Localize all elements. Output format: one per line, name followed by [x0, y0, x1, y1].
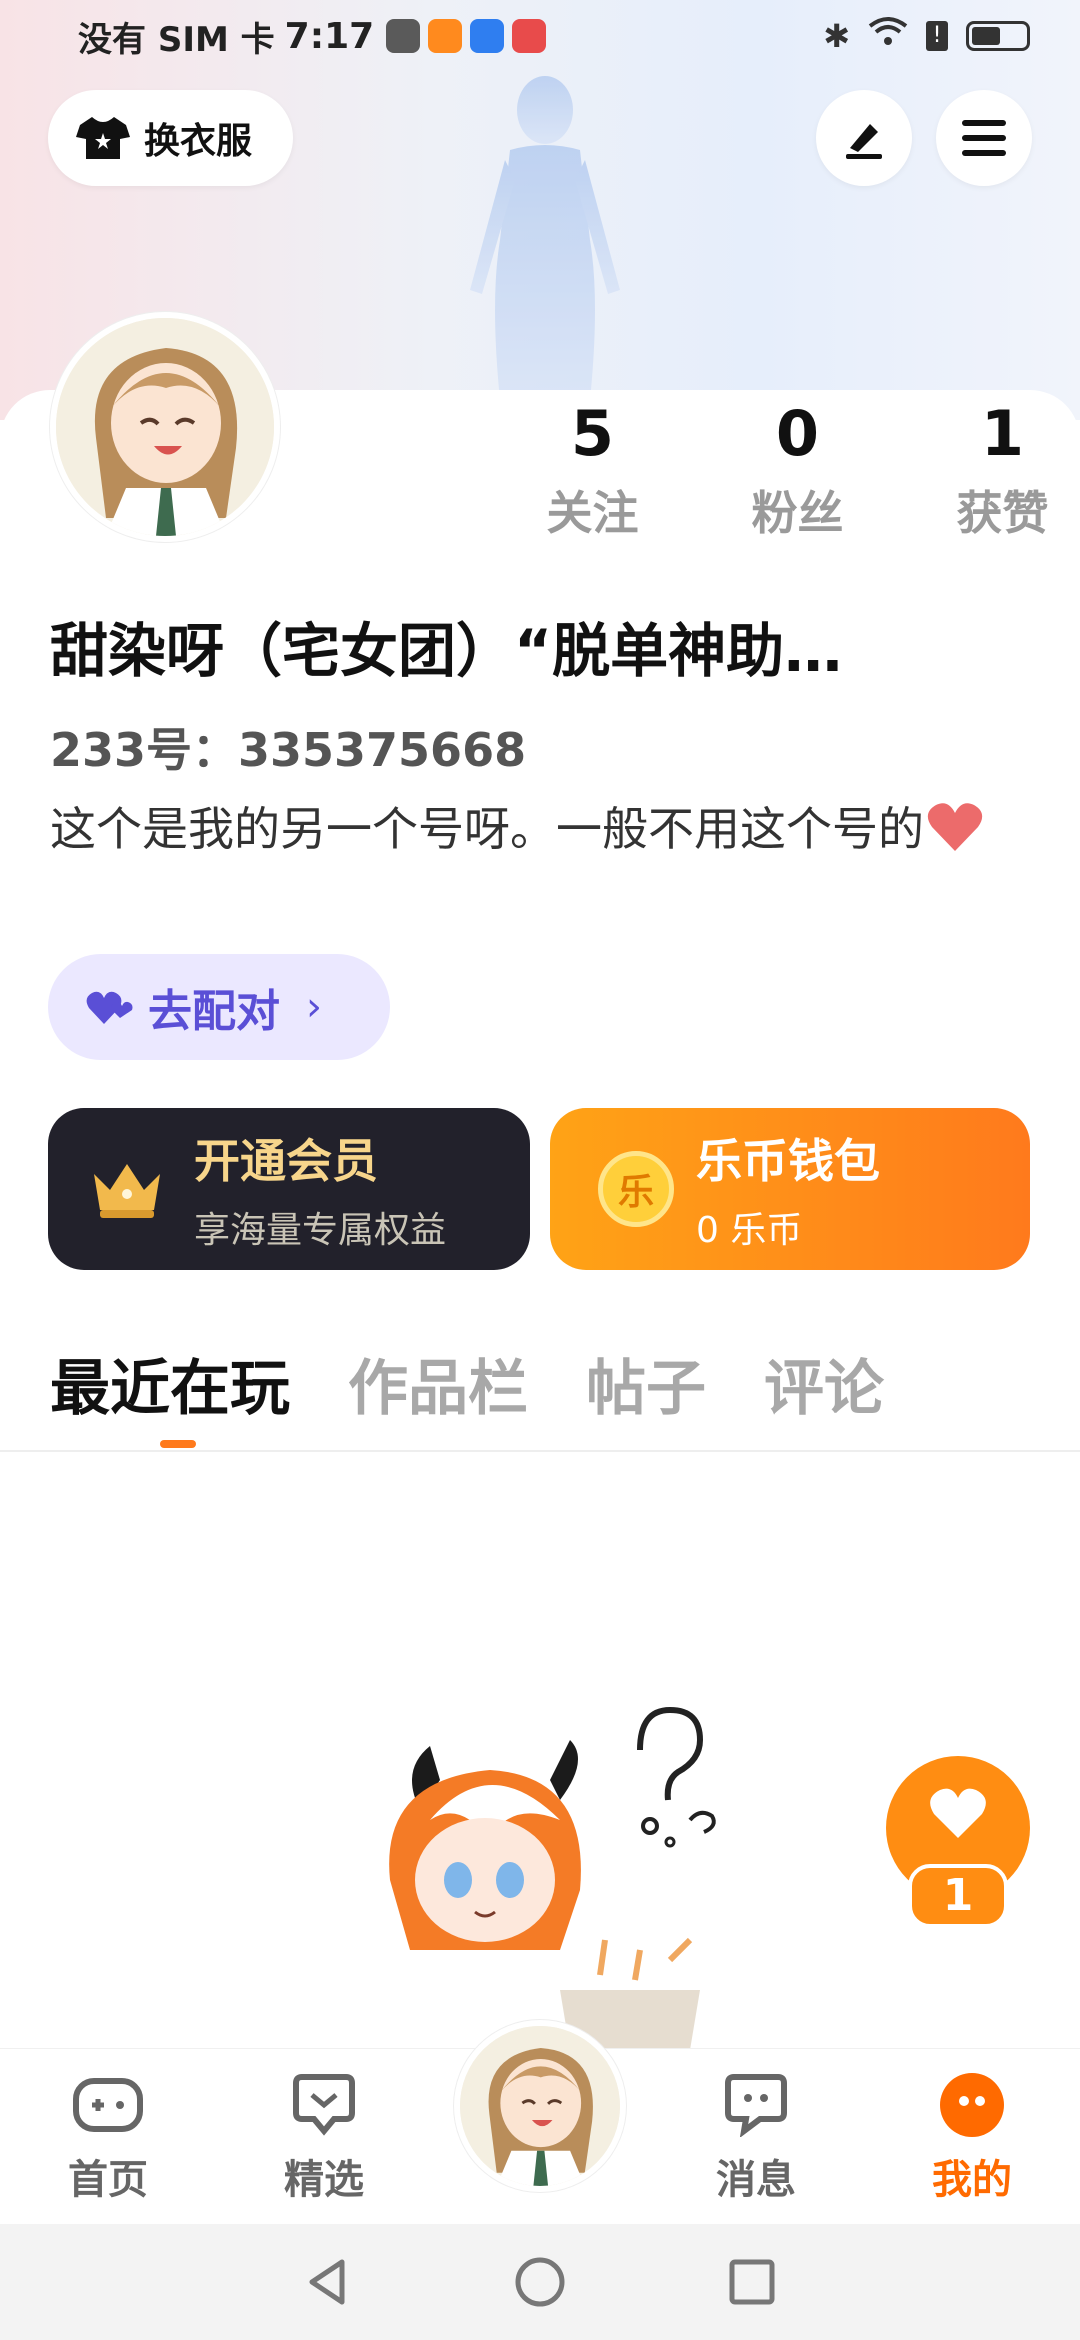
- nav-label: 首页: [68, 2156, 148, 2203]
- center-avatar-button[interactable]: [454, 2020, 626, 2192]
- app-notification-icon: [470, 19, 505, 53]
- stat-following[interactable]: 5 关注: [490, 390, 695, 548]
- heart-chat-icon: [284, 2069, 364, 2141]
- go-match-label: 去配对: [148, 986, 280, 1037]
- profile-name: 甜染呀（宅女团）“脱单神助…: [50, 617, 843, 685]
- go-match-button[interactable]: 去配对 ›: [48, 954, 390, 1060]
- shirt-icon: [76, 117, 130, 159]
- edit-profile-button[interactable]: [816, 90, 912, 186]
- gamepad-icon: [68, 2069, 148, 2141]
- menu-icon: [962, 120, 1006, 156]
- stat-label: 关注: [546, 486, 639, 540]
- wallet-title: 乐币钱包: [696, 1134, 880, 1188]
- empty-state-illustration: [389, 1706, 716, 2050]
- nav-me[interactable]: 我的: [864, 2069, 1080, 2205]
- bluetooth-icon: ✱: [823, 17, 850, 55]
- avatar-illustration: [56, 318, 274, 536]
- avatar-hologram-figure: [470, 76, 620, 400]
- nav-label: 我的: [932, 2156, 1012, 2203]
- vip-title: 开通会员: [194, 1134, 378, 1188]
- system-navigation-bar: [0, 2224, 1080, 2340]
- message-icon: [716, 2069, 796, 2141]
- profile-tabs: 最近在玩 作品栏 帖子 评论: [50, 1340, 884, 1427]
- app-notification-icon: [428, 19, 463, 53]
- tabs-divider: [0, 1450, 1080, 1452]
- twin-hearts-icon: [86, 991, 133, 1024]
- nav-label: 精选: [284, 2156, 364, 2203]
- vip-membership-card[interactable]: 开通会员 享海量专属权益: [48, 1108, 530, 1270]
- vip-subtitle: 享海量专属权益: [194, 1210, 447, 1251]
- menu-button[interactable]: [936, 90, 1032, 186]
- profile-icon: [932, 2069, 1012, 2141]
- tab-posts[interactable]: 帖子: [586, 1340, 706, 1427]
- coin-glyph: 乐: [617, 1172, 654, 1213]
- like-count-badge: 1: [908, 1864, 1008, 1928]
- wallet-balance: 0 乐币: [696, 1210, 803, 1251]
- home-icon[interactable]: [514, 2256, 566, 2308]
- avatar-illustration: [460, 2026, 620, 2186]
- heart-icon: [930, 1788, 986, 1838]
- profile-bio: 这个是我的另一个号呀。一般不用这个号的: [50, 796, 1010, 862]
- coin-wallet-card[interactable]: 乐 乐币钱包 0 乐币: [550, 1108, 1030, 1270]
- crown-icon: [94, 1164, 160, 1218]
- app-notification-icon: [512, 19, 547, 53]
- recents-icon[interactable]: [726, 2256, 778, 2308]
- stat-label: 获赞: [956, 486, 1049, 540]
- carrier-text: 没有 SIM 卡: [78, 19, 275, 60]
- notification-icons: [386, 19, 547, 53]
- change-outfit-label: 换衣服: [144, 121, 253, 162]
- stat-followers[interactable]: 0 粉丝: [695, 390, 900, 548]
- user-id: 233号：335375668: [50, 723, 527, 777]
- pen-icon: [846, 124, 882, 159]
- tab-comments[interactable]: 评论: [764, 1340, 884, 1427]
- nav-label: 消息: [716, 2156, 796, 2203]
- nav-featured[interactable]: 精选: [216, 2069, 432, 2205]
- status-bar: 没有 SIM 卡 7:17 ✱ !: [0, 0, 1080, 72]
- stat-value: 1: [980, 397, 1025, 470]
- coin-icon: 乐: [598, 1151, 674, 1227]
- stat-value: 5: [570, 397, 615, 470]
- battery-icon: [966, 21, 1030, 51]
- profile-stats: 5 关注 0 粉丝 1 获赞: [490, 390, 1080, 548]
- stat-value: 0: [775, 397, 820, 470]
- clock: 7:17: [284, 15, 375, 57]
- active-tab-indicator: [160, 1440, 196, 1448]
- tab-works[interactable]: 作品栏: [348, 1340, 528, 1427]
- stat-likes[interactable]: 1 获赞: [900, 390, 1080, 548]
- change-outfit-button[interactable]: 换衣服: [48, 90, 293, 186]
- chevron-right-icon: ›: [306, 984, 322, 1030]
- stat-label: 粉丝: [751, 486, 844, 540]
- wifi-icon: [868, 16, 908, 56]
- bio-text: 这个是我的另一个号呀。一般不用这个号的: [50, 802, 924, 856]
- avatar[interactable]: [50, 312, 280, 542]
- back-icon[interactable]: [302, 2256, 354, 2308]
- nav-home[interactable]: 首页: [0, 2069, 216, 2205]
- nav-messages[interactable]: 消息: [648, 2069, 864, 2205]
- app-notification-icon: [386, 19, 421, 53]
- tab-recently-played[interactable]: 最近在玩: [50, 1340, 290, 1427]
- alert-icon: !: [926, 21, 948, 51]
- heart-emoji-icon: [927, 803, 983, 851]
